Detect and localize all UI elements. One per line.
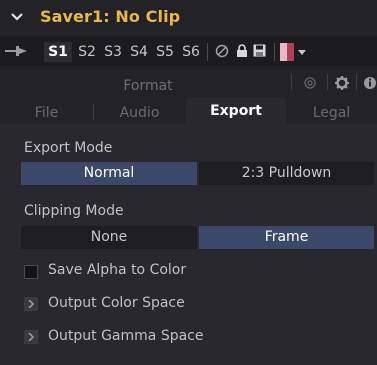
tool-header: Saver1: No Clip <box>0 0 377 36</box>
output-gamma-space-expander[interactable] <box>24 330 38 344</box>
slot-s1[interactable]: S1 <box>44 42 72 62</box>
info-icon[interactable] <box>363 76 377 90</box>
save-alpha-checkbox[interactable] <box>24 265 38 279</box>
clipping-mode-label: Clipping Mode <box>24 203 124 219</box>
swatch-light <box>280 43 287 61</box>
gear-icon[interactable] <box>334 75 350 91</box>
chevron-right-icon <box>28 333 34 341</box>
toolbar-divider <box>207 43 208 61</box>
slot-s5[interactable]: S5 <box>152 42 178 62</box>
disable-icon[interactable] <box>215 44 229 58</box>
dropdown-arrow-icon[interactable] <box>298 50 306 55</box>
chevron-down-icon[interactable] <box>10 10 24 24</box>
tab-legal[interactable]: Legal <box>286 102 377 124</box>
tab-divider <box>291 74 292 90</box>
tab-divider <box>327 74 328 90</box>
tab-export[interactable]: Export <box>186 98 286 124</box>
save-alpha-label[interactable]: Save Alpha to Color <box>48 262 186 278</box>
export-mode-normal-button[interactable]: Normal <box>21 162 197 185</box>
clipping-mode-none-button[interactable]: None <box>21 226 197 249</box>
tool-title: Saver1: No Clip <box>40 7 181 26</box>
slot-s2[interactable]: S2 <box>74 42 100 62</box>
export-mode-label: Export Mode <box>24 140 113 156</box>
toolbar-divider <box>274 43 275 61</box>
tab-divider <box>356 74 357 90</box>
swatch-dark <box>287 43 294 61</box>
output-color-space-label[interactable]: Output Color Space <box>48 295 185 311</box>
link-icon[interactable] <box>303 76 317 90</box>
chevron-right-icon <box>28 300 34 308</box>
slot-s6[interactable]: S6 <box>178 42 204 62</box>
clipping-mode-frame-button[interactable]: Frame <box>199 226 374 249</box>
tab-audio[interactable]: Audio <box>93 102 186 124</box>
color-swatch[interactable] <box>280 43 294 61</box>
tool-toolbar: S1 S2 S3 S4 S5 S6 <box>0 36 377 66</box>
save-icon[interactable] <box>253 44 266 58</box>
output-color-space-expander[interactable] <box>24 297 38 311</box>
tab-format[interactable]: Format <box>93 78 203 94</box>
export-mode-pulldown-button[interactable]: 2:3 Pulldown <box>199 162 374 185</box>
output-gamma-space-label[interactable]: Output Gamma Space <box>48 328 203 344</box>
slot-s4[interactable]: S4 <box>126 42 152 62</box>
slot-s3[interactable]: S3 <box>100 42 126 62</box>
tab-file[interactable]: File <box>0 102 93 124</box>
pin-icon[interactable] <box>5 45 29 57</box>
lock-icon[interactable] <box>236 44 248 58</box>
